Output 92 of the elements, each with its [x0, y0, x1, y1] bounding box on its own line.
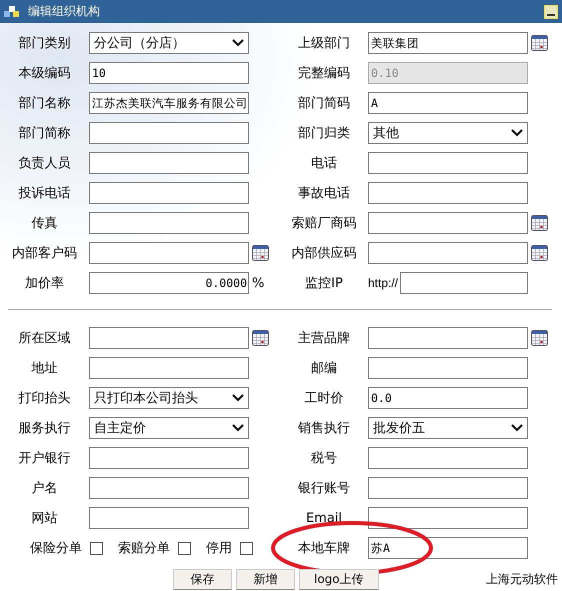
calendar-icon[interactable]	[531, 330, 548, 346]
field-label: 网站	[30, 510, 58, 527]
calendar-icon[interactable]	[531, 35, 548, 51]
form-button[interactable]: logo上传	[299, 568, 379, 590]
chevron-icon	[511, 129, 523, 137]
field-label: 部门类别	[18, 35, 72, 52]
chevron-icon	[232, 424, 244, 432]
field-label: 销售执行	[297, 420, 351, 437]
checkbox[interactable]	[240, 542, 253, 554]
input-field[interactable]: 0.0	[368, 387, 528, 409]
field-label: 邮编	[310, 360, 338, 377]
field-label: 部门简称	[18, 125, 72, 142]
input-field[interactable]: 10	[89, 62, 249, 84]
chevron-icon	[232, 39, 244, 47]
checkbox[interactable]	[90, 542, 103, 554]
input-field[interactable]	[89, 182, 249, 204]
input-field[interactable]: A	[368, 92, 528, 114]
field-label: Email	[304, 510, 344, 526]
field-label: 本地车牌	[297, 540, 351, 557]
field-label: 内部供应码	[290, 245, 358, 262]
input-field[interactable]	[89, 477, 249, 499]
field-label: 地址	[30, 360, 58, 377]
dropdown[interactable]: 只打印本公司抬头	[89, 387, 249, 409]
field-label: 主营品牌	[297, 330, 351, 347]
input-field[interactable]	[368, 507, 528, 529]
dropdown[interactable]: 自主定价	[89, 417, 249, 439]
input-field[interactable]	[89, 507, 249, 529]
input-field[interactable]	[89, 122, 249, 144]
input-field[interactable]	[368, 182, 528, 204]
field-label: 所在区域	[18, 330, 72, 347]
checkbox-label: 索赔分单	[118, 540, 170, 557]
input-field[interactable]	[89, 357, 249, 379]
field-label: 加价率	[24, 275, 65, 292]
dropdown[interactable]: 其他	[368, 122, 528, 144]
input-field[interactable]: 苏A	[368, 537, 528, 559]
field-label: 传真	[30, 215, 58, 232]
calendar-icon[interactable]	[531, 215, 548, 231]
input-field[interactable]	[400, 272, 528, 294]
vendor-credit: 上海元动软件	[486, 570, 558, 588]
dropdown[interactable]: 批发价五	[368, 417, 528, 439]
field-label: 电话	[310, 155, 338, 172]
input-field[interactable]: 江苏杰美联汽车服务有限公司	[89, 92, 249, 114]
input-field[interactable]	[368, 447, 528, 469]
field-label: 事故电话	[297, 185, 351, 202]
checkbox-label: 停用	[206, 540, 232, 557]
input-field[interactable]	[89, 152, 249, 174]
input-field[interactable]	[368, 327, 528, 349]
checkbox-label: 保险分单	[30, 540, 82, 557]
field-label: 税号	[310, 450, 338, 467]
form-button[interactable]: 保存	[173, 568, 232, 590]
input-field: 0.10	[368, 62, 528, 84]
field-label: 户名	[30, 480, 58, 497]
url-prefix: http://	[368, 276, 400, 290]
input-field[interactable]	[368, 152, 528, 174]
field-label: 服务执行	[18, 420, 72, 437]
unit-label: %	[252, 276, 264, 290]
field-label: 开户银行	[18, 450, 72, 467]
input-field[interactable]	[89, 327, 249, 349]
field-label: 部门简码	[297, 95, 351, 112]
input-field[interactable]	[368, 357, 528, 379]
field-label: 负责人员	[18, 155, 72, 172]
window-title: 编辑组织机构	[28, 3, 100, 20]
input-field[interactable]	[368, 212, 528, 234]
field-label: 部门归类	[297, 125, 351, 142]
field-label: 索赔厂商码	[290, 215, 358, 232]
input-field[interactable]: 0.0000	[89, 272, 249, 294]
field-label: 工时价	[304, 390, 344, 407]
input-field[interactable]	[89, 212, 249, 234]
field-label: 内部客户码	[11, 245, 78, 262]
dropdown[interactable]: 分公司（分店）	[89, 32, 249, 54]
calendar-icon[interactable]	[252, 330, 269, 346]
field-label: 完整编码	[297, 65, 351, 82]
blocks-icon	[4, 6, 20, 18]
chevron-icon	[511, 424, 523, 432]
field-label: 本级编码	[18, 65, 72, 82]
input-field[interactable]	[368, 242, 528, 264]
field-label: 银行账号	[297, 480, 351, 497]
field-label: 投诉电话	[18, 185, 72, 202]
field-label: 上级部门	[297, 35, 351, 52]
minimize-icon[interactable]	[544, 4, 558, 18]
checkbox[interactable]	[178, 542, 191, 554]
input-field[interactable]	[368, 477, 528, 499]
calendar-icon[interactable]	[531, 245, 548, 261]
chevron-icon	[232, 394, 244, 402]
field-label: 监控IP	[304, 275, 344, 292]
input-field[interactable]	[89, 447, 249, 469]
input-field[interactable]: 美联集团	[368, 32, 528, 54]
field-label: 打印抬头	[18, 390, 72, 407]
field-label: 部门名称	[18, 95, 72, 112]
calendar-icon[interactable]	[252, 245, 269, 261]
input-field[interactable]	[89, 242, 249, 264]
form-button[interactable]: 新增	[236, 568, 295, 590]
